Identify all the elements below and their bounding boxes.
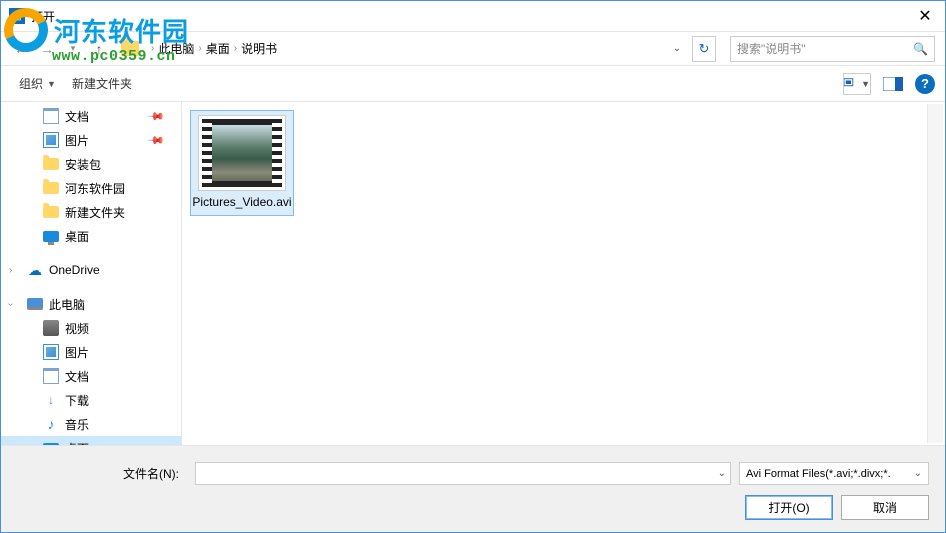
file-label: Pictures_Video.avi bbox=[192, 195, 291, 211]
search-icon[interactable]: 🔍 bbox=[913, 42, 928, 56]
folder-icon bbox=[43, 182, 59, 194]
footer: 文件名(N): ⌄ Avi Format Files(*.avi;*.divx;… bbox=[1, 445, 945, 532]
refresh-icon[interactable]: ↻ bbox=[692, 36, 716, 62]
open-button[interactable]: 打开(O) bbox=[745, 495, 833, 520]
chevron-right-icon[interactable]: › bbox=[9, 443, 12, 446]
sidebar-item-onedrive[interactable]: ›☁OneDrive bbox=[1, 258, 181, 282]
app-icon: ▣ bbox=[9, 8, 25, 24]
nav-back-icon[interactable]: ← bbox=[9, 37, 33, 61]
search-input[interactable]: 搜索"说明书" 🔍 bbox=[730, 36, 935, 62]
sidebar-item-music[interactable]: ♪音乐 bbox=[1, 412, 181, 436]
sidebar-item-desktop[interactable]: 桌面 bbox=[1, 224, 181, 248]
chevron-down-icon: ▼ bbox=[861, 79, 870, 89]
document-icon bbox=[43, 108, 59, 124]
breadcrumb-root[interactable]: 此电脑 bbox=[158, 40, 194, 57]
sidebar-item-documents[interactable]: 文档📌 bbox=[1, 104, 181, 128]
toolbar: 组织 ▼ 新建文件夹 ▼ ? bbox=[1, 66, 945, 102]
view-mode-button[interactable]: ▼ bbox=[843, 73, 871, 95]
sidebar-item-desktop[interactable]: ›桌面 bbox=[1, 436, 181, 445]
sidebar-item-folder[interactable]: 新建文件夹 bbox=[1, 200, 181, 224]
thispc-icon bbox=[27, 298, 43, 310]
navbar: ← → ▾ ↑ › 此电脑 › 桌面 › 说明书 ⌄ ↻ 搜索"说明书" 🔍 bbox=[1, 31, 945, 66]
breadcrumb[interactable]: › 此电脑 › 桌面 › 说明书 bbox=[145, 40, 662, 57]
sidebar-item-folder[interactable]: 安装包 bbox=[1, 152, 181, 176]
download-icon: ↓ bbox=[43, 392, 59, 408]
chevron-right-icon: › bbox=[198, 43, 201, 54]
pin-icon: 📌 bbox=[147, 131, 166, 150]
document-icon bbox=[43, 368, 59, 384]
sidebar-item-pictures[interactable]: 图片 bbox=[1, 340, 181, 364]
chevron-down-icon[interactable]: ⌄ bbox=[914, 468, 922, 479]
pictures-icon bbox=[43, 344, 59, 360]
titlebar: ▣ 打开 ✕ bbox=[1, 1, 945, 31]
chevron-right-icon[interactable]: › bbox=[9, 265, 12, 276]
filename-input[interactable]: ⌄ bbox=[195, 462, 731, 485]
desktop-icon bbox=[43, 231, 59, 242]
video-icon bbox=[43, 320, 59, 336]
onedrive-icon: ☁ bbox=[27, 262, 43, 278]
cancel-button[interactable]: 取消 bbox=[841, 495, 929, 520]
file-thumbnail bbox=[198, 115, 286, 191]
chevron-right-icon: › bbox=[151, 43, 154, 54]
folder-icon bbox=[43, 158, 59, 170]
nav-up-icon[interactable]: ↑ bbox=[87, 37, 111, 61]
file-filter-dropdown[interactable]: Avi Format Files(*.avi;*.divx;*. ⌄ bbox=[739, 462, 929, 485]
music-icon: ♪ bbox=[43, 416, 59, 432]
close-icon[interactable]: ✕ bbox=[905, 1, 945, 31]
sidebar-item-pictures[interactable]: 图片📌 bbox=[1, 128, 181, 152]
chevron-down-icon[interactable]: ⌄ bbox=[718, 468, 726, 479]
sidebar-item-downloads[interactable]: ↓下载 bbox=[1, 388, 181, 412]
file-item[interactable]: Pictures_Video.avi bbox=[190, 110, 294, 216]
help-icon[interactable]: ? bbox=[915, 74, 935, 94]
chevron-right-icon: › bbox=[234, 43, 237, 54]
pictures-icon bbox=[43, 132, 59, 148]
desktop-icon bbox=[43, 443, 59, 446]
filename-label: 文件名(N): bbox=[17, 465, 187, 482]
nav-recent-icon[interactable]: ▾ bbox=[61, 37, 85, 61]
organize-button[interactable]: 组织 ▼ bbox=[11, 71, 64, 96]
chevron-down-icon: ▼ bbox=[47, 79, 56, 89]
pin-icon: 📌 bbox=[147, 107, 166, 126]
chevron-down-icon[interactable]: › bbox=[5, 302, 16, 305]
breadcrumb-mid[interactable]: 桌面 bbox=[206, 40, 230, 57]
sidebar-item-videos[interactable]: 视频 bbox=[1, 316, 181, 340]
sidebar-item-thispc[interactable]: ›此电脑 bbox=[1, 292, 181, 316]
breadcrumb-dropdown-icon[interactable]: ⌄ bbox=[668, 36, 686, 62]
new-folder-button[interactable]: 新建文件夹 bbox=[64, 71, 140, 96]
breadcrumb-leaf[interactable]: 说明书 bbox=[241, 40, 277, 57]
folder-icon bbox=[121, 41, 139, 56]
sidebar: 文档📌 图片📌 安装包 河东软件园 新建文件夹 桌面 ›☁OneDrive ›此… bbox=[1, 102, 182, 445]
preview-pane-button[interactable] bbox=[879, 73, 907, 95]
sidebar-item-folder[interactable]: 河东软件园 bbox=[1, 176, 181, 200]
window-title: 打开 bbox=[31, 8, 905, 25]
scrollbar[interactable] bbox=[927, 104, 943, 443]
sidebar-item-documents[interactable]: 文档 bbox=[1, 364, 181, 388]
folder-icon bbox=[43, 206, 59, 218]
search-placeholder: 搜索"说明书" bbox=[737, 40, 806, 57]
nav-forward-icon[interactable]: → bbox=[35, 37, 59, 61]
file-pane[interactable]: Pictures_Video.avi bbox=[182, 102, 945, 445]
